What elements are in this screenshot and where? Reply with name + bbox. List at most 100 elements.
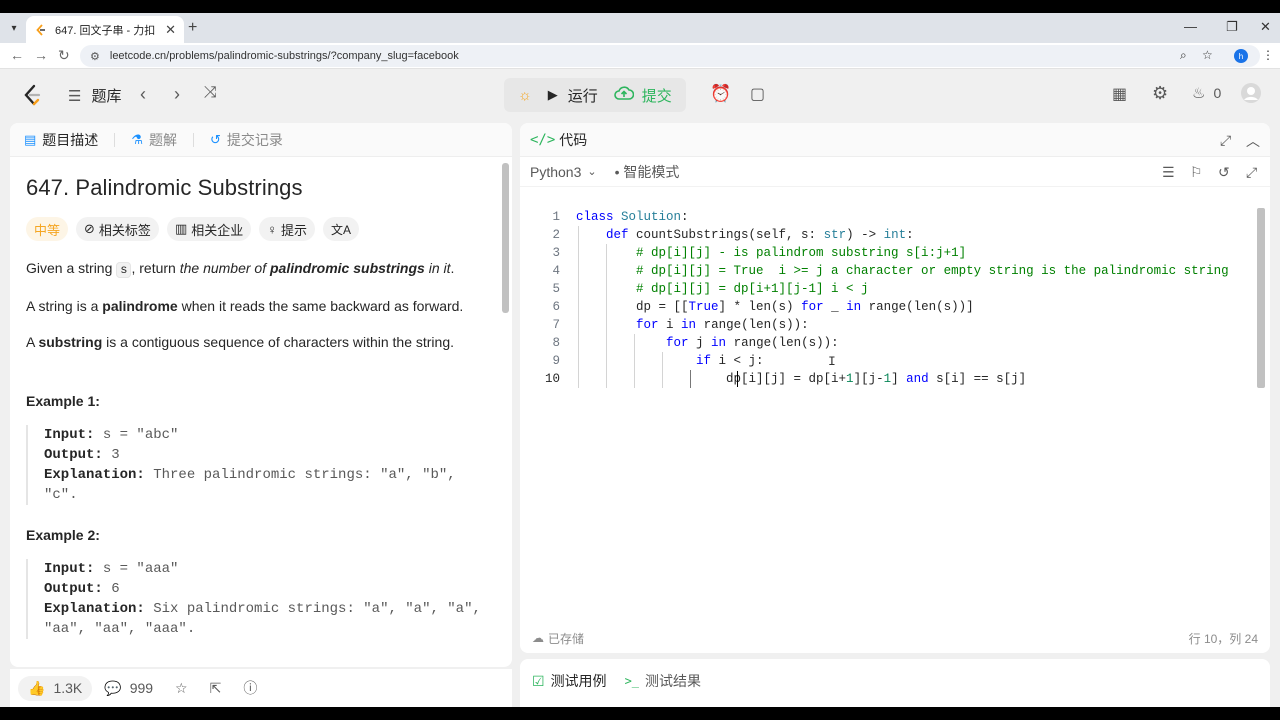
- problem-description: 647. Palindromic Substrings 中等 ⊘ 相关标签 ▥ …: [10, 157, 498, 667]
- description-scrollbar[interactable]: [501, 163, 509, 663]
- next-problem-icon[interactable]: ›: [174, 84, 180, 105]
- code-line: class Solution:: [576, 210, 689, 224]
- code-line: if i < j:: [696, 354, 764, 368]
- text: Input:: [44, 427, 95, 443]
- restore-icon[interactable]: ❐: [1226, 19, 1238, 35]
- run-label: 运行: [567, 87, 598, 105]
- line-number: 10: [544, 372, 560, 386]
- share-icon[interactable]: ⇱: [210, 680, 222, 697]
- leetcode-logo-icon[interactable]: [22, 84, 42, 106]
- tab-description[interactable]: ▤ 题目描述: [24, 130, 98, 150]
- browser-tab[interactable]: 647. 回文子串 - 力扣（LeetCode） ✕: [26, 16, 184, 43]
- reset-code-icon[interactable]: ↺: [1218, 164, 1230, 181]
- description-tabs: ▤ 题目描述 ⚗ 题解 ↺ 提交记录: [10, 123, 512, 157]
- scroll-thumb[interactable]: [502, 163, 509, 313]
- tab-close-icon[interactable]: ✕: [165, 22, 176, 38]
- translate-button[interactable]: 文A: [323, 217, 360, 241]
- language-select[interactable]: Python3 ⌄: [530, 164, 597, 180]
- text-cursor: [737, 371, 738, 387]
- alarm-clock-icon[interactable]: ⏰: [710, 84, 731, 104]
- code-line: # dp[i][j] = dp[i+1][j-1] i < j: [636, 282, 869, 296]
- comments-button[interactable]: 💬 999: [104, 680, 153, 697]
- tab-testcase[interactable]: ☑ 测试用例: [532, 671, 607, 691]
- terminal-icon: >_: [624, 674, 640, 688]
- bookmark-star-icon[interactable]: ☆: [1202, 48, 1213, 62]
- tab-submissions[interactable]: ↺ 提交记录: [210, 130, 283, 150]
- related-companies-button[interactable]: ▥ 相关企业: [166, 217, 252, 241]
- tab-search-icon[interactable]: ▾: [6, 20, 22, 36]
- code-panel: </> 代码 ⤢ ︿ Python3 ⌄ • 智能模式 ☰ ⚐ ↺ ⤢ 1 2 …: [520, 123, 1270, 653]
- comment-count: 999: [129, 680, 154, 696]
- maximize-icon[interactable]: ⤢: [1220, 132, 1231, 149]
- site-info-icon[interactable]: ⚙: [90, 50, 100, 63]
- collapse-icon[interactable]: ︿: [1246, 131, 1260, 151]
- lightbulb-icon: ♀: [267, 221, 277, 237]
- streak-count: 0: [1213, 85, 1222, 101]
- code-panel-header: </> 代码 ⤢ ︿: [520, 123, 1270, 157]
- zoom-icon[interactable]: ⌕: [1180, 48, 1187, 63]
- new-tab-icon[interactable]: +: [188, 19, 197, 37]
- editor-toolbar: Python3 ⌄ • 智能模式 ☰ ⚐ ↺ ⤢: [520, 157, 1270, 187]
- minimize-icon[interactable]: —: [1184, 19, 1197, 34]
- fullscreen-icon[interactable]: ⤢: [1246, 164, 1257, 181]
- text: A string is a: [26, 298, 103, 314]
- submit-button[interactable]: 提交: [606, 81, 680, 109]
- problem-tags: 中等 ⊘ 相关标签 ▥ 相关企业 ♀ 提示 文A: [26, 217, 482, 241]
- streak-button[interactable]: ♨ 0: [1192, 84, 1221, 102]
- profile-avatar[interactable]: h: [1234, 49, 1248, 63]
- notes-icon[interactable]: ▢: [750, 84, 765, 104]
- editor-scrollbar[interactable]: [1257, 208, 1265, 388]
- document-icon: ▤: [24, 131, 37, 147]
- forward-icon[interactable]: →: [34, 47, 48, 63]
- problem-bank-button[interactable]: ☰ 题库: [68, 85, 121, 106]
- reload-icon[interactable]: ↻: [58, 47, 70, 64]
- run-button[interactable]: ▶ 运行: [540, 81, 606, 109]
- smart-mode-toggle[interactable]: • 智能模式: [615, 162, 680, 182]
- editor-status-bar: ☁ 已存储 行 10，列 24: [520, 623, 1270, 653]
- prev-problem-icon[interactable]: ‹: [140, 84, 146, 105]
- related-tags-button[interactable]: ⊘ 相关标签: [76, 217, 159, 241]
- format-icon[interactable]: ☰: [1162, 164, 1175, 181]
- code-editor[interactable]: 1 2 3 4 5 6 7 8 9 10 class Solution: def…: [520, 208, 1255, 618]
- hint-button[interactable]: ♀ 提示: [259, 217, 316, 241]
- debug-button[interactable]: ☼: [510, 81, 540, 109]
- checkbox-icon: ☑: [532, 672, 545, 689]
- tab-test-result[interactable]: >_ 测试结果: [625, 671, 701, 691]
- text: Input:: [44, 561, 95, 577]
- text: palindromic substrings: [270, 260, 425, 276]
- cloud-icon: ☁: [532, 631, 544, 645]
- chevron-down-icon: ⌄: [587, 166, 597, 178]
- code-line: for i in range(len(s)):: [636, 318, 809, 332]
- tag-icon: ⊘: [84, 221, 95, 236]
- line-number: 2: [552, 228, 560, 242]
- text: when it reads the same backward as forwa…: [177, 298, 464, 314]
- bookmark-icon[interactable]: ⚐: [1190, 164, 1203, 181]
- favorite-star-icon[interactable]: ☆: [175, 680, 188, 697]
- cursor-position: 行 10，列 24: [1188, 631, 1258, 646]
- tab-submissions-label: 提交记录: [226, 131, 283, 148]
- browser-menu-icon[interactable]: ⋮: [1262, 48, 1274, 62]
- code-line: dp = [[True] * len(s) for _ in range(len…: [576, 300, 974, 314]
- flame-icon: ♨: [1192, 85, 1206, 102]
- text: Given a string: [26, 260, 117, 276]
- language-label: Python3: [530, 163, 582, 180]
- back-icon[interactable]: ←: [10, 47, 24, 63]
- address-bar: ← → ↻ ⚙ leetcode.cn/problems/palindromic…: [0, 43, 1280, 69]
- problem-title[interactable]: 647. Palindromic Substrings: [26, 175, 482, 201]
- browser-tab-title: 647. 回文子串 - 力扣（LeetCode）: [55, 24, 159, 37]
- help-icon[interactable]: ⓘ: [243, 678, 257, 698]
- settings-gear-icon[interactable]: ⚙: [1152, 83, 1168, 104]
- user-avatar[interactable]: [1240, 82, 1262, 104]
- code-line: # dp[i][j] = True i >= j a character or …: [636, 264, 1229, 278]
- url-field[interactable]: ⚙ leetcode.cn/problems/palindromic-subst…: [80, 45, 1260, 67]
- random-problem-icon[interactable]: ⤨: [204, 84, 217, 102]
- layout-icon[interactable]: ▦: [1112, 84, 1127, 104]
- text: s = "aaa": [94, 561, 179, 577]
- app-toolbar: ☰ 题库 ‹ › ⤨ ☼ ▶ 运行 提交 ⏰ ▢ ▦ ⚙ ♨ 0: [0, 70, 1280, 120]
- leetcode-favicon-icon: [34, 23, 47, 36]
- like-button[interactable]: 👍 1.3K: [18, 675, 93, 701]
- test-panel: ☑ 测试用例 >_ 测试结果: [520, 659, 1270, 707]
- close-window-icon[interactable]: ✕: [1260, 19, 1271, 35]
- tab-solutions[interactable]: ⚗ 题解: [131, 130, 177, 150]
- tab-divider: [192, 132, 194, 147]
